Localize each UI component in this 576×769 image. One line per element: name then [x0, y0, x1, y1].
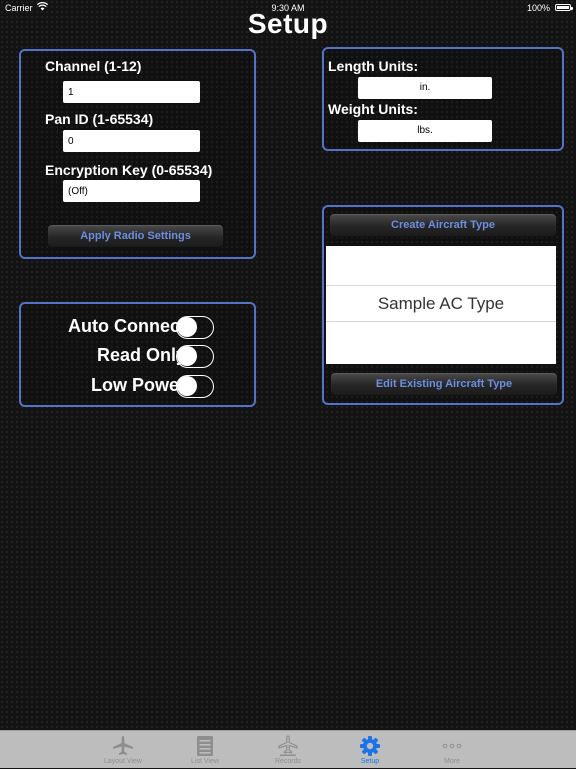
tab-label: Layout View	[103, 758, 142, 765]
auto-connect-label: Auto Connect	[68, 316, 186, 336]
switch-knob	[177, 376, 197, 396]
weight-units-input[interactable]: lbs.	[358, 120, 492, 142]
aircraft-type-list[interactable]: Sample AC Type	[326, 246, 556, 364]
connection-options-panel: Auto Connect Read Only Low Power	[19, 302, 256, 407]
encryption-key-input[interactable]: (Off)	[63, 180, 200, 202]
gear-icon	[360, 736, 380, 756]
auto-connect-switch[interactable]	[176, 316, 214, 339]
low-power-switch[interactable]	[176, 375, 214, 398]
tab-list-view[interactable]: List View	[165, 731, 245, 769]
units-panel: Length Units: in. Weight Units: lbs.	[322, 47, 564, 151]
records-icon	[278, 735, 298, 756]
pan-id-input[interactable]: 0	[63, 130, 200, 152]
list-icon	[197, 736, 213, 756]
pan-id-label: Pan ID (1-65534)	[45, 111, 154, 127]
more-icon	[442, 743, 462, 749]
radio-settings-panel: Channel (1-12) 1 Pan ID (1-65534) 0 Encr…	[19, 49, 256, 259]
read-only-label: Read Only	[96, 345, 186, 365]
apply-radio-settings-button[interactable]: Apply Radio Settings	[47, 224, 224, 248]
tab-layout-view[interactable]: Layout View	[83, 731, 163, 769]
encryption-key-label: Encryption Key (0-65534)	[45, 162, 213, 178]
create-aircraft-type-button[interactable]: Create Aircraft Type	[329, 213, 557, 237]
switch-knob	[177, 317, 197, 337]
read-only-switch[interactable]	[176, 345, 214, 368]
tab-bar: Layout View List View Records Setup More	[0, 730, 576, 768]
list-item[interactable]: Sample AC Type	[326, 286, 556, 322]
tab-setup[interactable]: Setup	[330, 731, 410, 769]
low-power-label: Low Power	[90, 375, 186, 395]
length-units-label: Length Units:	[328, 58, 419, 74]
channel-label: Channel (1-12)	[45, 58, 142, 74]
page-title: Setup	[247, 8, 329, 39]
tab-more[interactable]: More	[412, 731, 492, 769]
tab-label: List View	[191, 758, 219, 765]
airplane-icon	[113, 736, 133, 755]
length-units-input[interactable]: in.	[358, 77, 492, 99]
tab-label: Setup	[360, 758, 380, 765]
tab-label: More	[444, 758, 460, 765]
weight-units-label: Weight Units:	[328, 101, 418, 117]
list-item[interactable]	[326, 246, 556, 286]
channel-input[interactable]: 1	[63, 81, 200, 103]
tab-label: Records	[274, 758, 302, 765]
switch-knob	[177, 346, 197, 366]
aircraft-type-panel: Create Aircraft Type Sample AC Type Edit…	[322, 205, 564, 405]
tab-records[interactable]: Records	[248, 731, 328, 769]
edit-aircraft-type-button[interactable]: Edit Existing Aircraft Type	[330, 372, 558, 396]
list-item[interactable]	[326, 322, 556, 364]
